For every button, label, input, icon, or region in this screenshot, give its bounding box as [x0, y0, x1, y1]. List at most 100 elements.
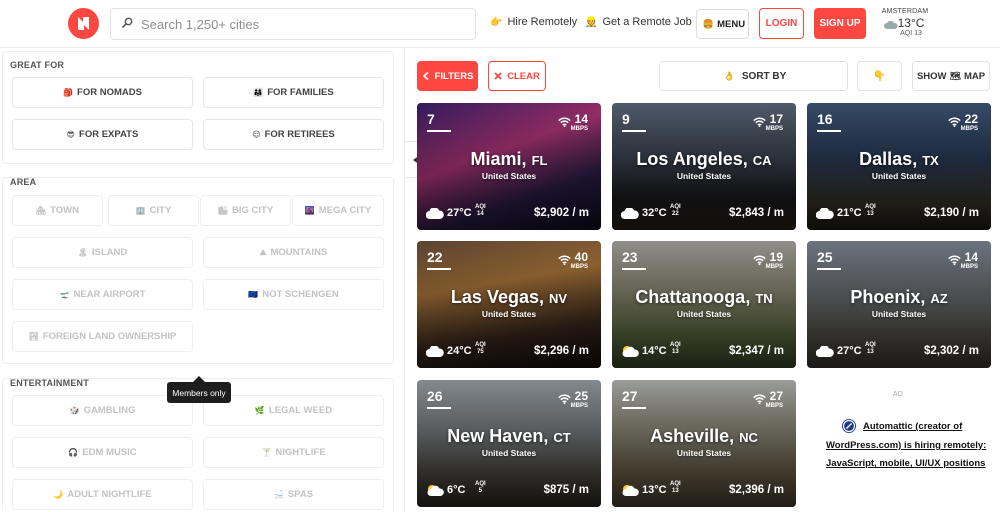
pointing-hand-icon: 👌 [723, 70, 735, 81]
filter-for-families[interactable]: 👨‍👩‍👧 FOR FAMILIES [203, 77, 384, 108]
aqi-label: AQI [865, 204, 876, 210]
aqi-value: 13 [866, 210, 874, 217]
cloud-icon [884, 21, 898, 29]
city-temperature: 24°C [447, 345, 472, 357]
city-country: United States [481, 309, 537, 319]
city-name: Las Vegas, NV [450, 287, 568, 307]
city-aqi: AQI 13 [670, 481, 681, 494]
city-name: Asheville, NC [650, 426, 758, 446]
city-icon: 🏢 [135, 206, 146, 215]
city-cost: $2,902 / m [534, 207, 589, 219]
filters-button[interactable]: FILTERS [417, 61, 478, 91]
rank-underline [427, 268, 451, 270]
chip-label: NIGHTLIFE [275, 447, 326, 458]
chevron-left-icon [422, 72, 429, 80]
city-card[interactable]: 25 14 MBPS Phoenix, AZ United States 27°C AQI 1… [807, 241, 991, 368]
city-name-text: Phoenix [850, 287, 921, 307]
filter-nightlife[interactable]: 🍸 NIGHTLIFE [203, 437, 384, 468]
cloud-icon [425, 344, 444, 362]
filter-island[interactable]: 🏝 ISLAND [12, 237, 193, 268]
filter-sidebar: GREAT FOR 🎒 FOR NOMADS 👨‍👩‍👧 FOR FAMILIES … [0, 49, 405, 512]
search-input[interactable] [141, 16, 461, 32]
filter-town[interactable]: 🏘 TOWN [12, 195, 103, 226]
menu-button[interactable]: 🍔 MENU [696, 9, 749, 39]
filter-for-nomads[interactable]: 🎒 FOR NOMADS [12, 77, 193, 108]
filter-not-schengen[interactable]: 🇪🇺 NOT SCHENGEN [203, 279, 384, 310]
filter-big-city[interactable]: 🏙 BIG CITY [200, 195, 291, 226]
chip-label: TOWN [50, 205, 79, 216]
filter-spas[interactable]: 🛁 SPAS [203, 479, 384, 510]
filter-for-expats[interactable]: 😎 FOR EXPATS [12, 119, 193, 150]
ad-text-line-1[interactable]: Automattic (creator of [863, 421, 962, 432]
city-card[interactable]: 27 27 MBPS Asheville, NC United States 13°C AQ… [612, 380, 796, 507]
city-name: New Haven, CT [447, 426, 571, 446]
internet-speed-unit: MBPS [765, 264, 783, 270]
wifi-icon [753, 114, 766, 132]
city-aqi: AQI 13 [670, 342, 681, 355]
rank-underline [622, 268, 646, 270]
wifi-icon [558, 114, 571, 132]
sun-cloud-icon [426, 483, 444, 501]
sort-direction-button[interactable]: 👇 [857, 61, 902, 91]
ad-text-line-3[interactable]: JavaScript, mobile, UI/UX positions [826, 458, 985, 469]
city-card[interactable]: 16 22 MBPS Dallas, TX United States 21°C AQI 13… [807, 103, 991, 230]
chip-label: ADULT NIGHTLIFE [67, 489, 152, 500]
city-name-text: New Haven [447, 426, 544, 446]
filter-mountains[interactable]: ⛰ MOUNTAINS [203, 237, 384, 268]
area-title: AREA [10, 177, 37, 187]
close-icon [494, 72, 502, 80]
city-card[interactable]: 23 19 MBPS Chattanooga, TN United States 14°C… [612, 241, 796, 368]
city-aqi: AQI 22 [670, 204, 681, 217]
filter-near-airport[interactable]: 🛫 NEAR AIRPORT [12, 279, 193, 310]
city-name-text: Dallas [859, 149, 913, 169]
ad-text-line-2[interactable]: WordPress.com) is hiring remotely: [826, 440, 986, 451]
aqi-value: 5 [478, 487, 482, 494]
hire-remotely-link[interactable]: 👉 Hire Remotely [490, 16, 577, 28]
internet-speed: 14 [574, 112, 588, 126]
city-card[interactable]: 7 14 MBPS Miami, FL United States 27°C AQI 14 $2… [417, 103, 601, 230]
city-aqi: AQI 75 [475, 342, 486, 355]
city-country: United States [676, 309, 732, 319]
city-aqi: AQI 13 [865, 342, 876, 355]
internet-speed: 25 [574, 389, 588, 403]
town-icon: 🏘 [35, 206, 47, 215]
login-button[interactable]: LOGIN [759, 8, 804, 39]
sun-cloud-icon [621, 344, 639, 362]
members-only-tooltip: Members only [167, 376, 231, 403]
sort-by-button[interactable]: 👌 SORT BY [659, 61, 848, 91]
aqi-label: AQI [670, 342, 681, 348]
wordpress-icon [842, 419, 856, 433]
burger-icon: 🍔 [702, 18, 715, 29]
rank-underline [817, 268, 841, 270]
aqi-label: AQI [670, 481, 681, 487]
filter-city[interactable]: 🏢 CITY [108, 195, 199, 226]
search-box[interactable] [110, 8, 476, 40]
filter-foreign-land-ownership[interactable]: 🏞 FOREIGN LAND OWNERSHIP [12, 321, 193, 352]
mountain-icon: ⛰ [259, 247, 267, 257]
clear-filters-button[interactable]: CLEAR [488, 61, 546, 91]
city-state: FL [531, 153, 548, 168]
signup-button[interactable]: SIGN UP [814, 8, 866, 39]
filter-for-retirees[interactable]: 😌 FOR RETIREES [203, 119, 384, 150]
city-country: United States [676, 448, 732, 458]
city-cost: $2,302 / m [924, 345, 979, 357]
filter-adult-nightlife[interactable]: 🌙 ADULT NIGHTLIFE [12, 479, 193, 510]
city-card[interactable]: 26 25 MBPS New Haven, CT United States 6°C AQI… [417, 380, 601, 507]
filter-gambling[interactable]: 🎲 GAMBLING [12, 395, 193, 426]
city-state: TX [922, 153, 939, 168]
city-cost: $2,296 / m [534, 345, 589, 357]
mega-city-icon: 🌆 [304, 206, 315, 215]
city-card[interactable]: 9 17 MBPS Los Angeles, CA United States 32°C A… [612, 103, 796, 230]
nomad-list-logo[interactable] [68, 8, 99, 39]
city-temperature: 13°C [642, 484, 667, 496]
city-card[interactable]: 22 40 MBPS Las Vegas, NV United States 24°C AQ… [417, 241, 601, 368]
filter-edm-music[interactable]: 🎧 EDM MUSIC [12, 437, 193, 468]
city-name-text: Las Vegas [450, 287, 539, 307]
chip-label: BIG CITY [231, 205, 274, 216]
finger-down-icon: 👇 [873, 70, 886, 82]
show-map-button[interactable]: SHOW 🗺 MAP [912, 61, 990, 91]
filter-mega-city[interactable]: 🌆 MEGA CITY [292, 195, 384, 226]
spa-icon: 🛁 [273, 490, 284, 499]
remote-job-link[interactable]: 👷 Get a Remote Job [585, 16, 692, 28]
city-rank: 27 [622, 388, 638, 404]
